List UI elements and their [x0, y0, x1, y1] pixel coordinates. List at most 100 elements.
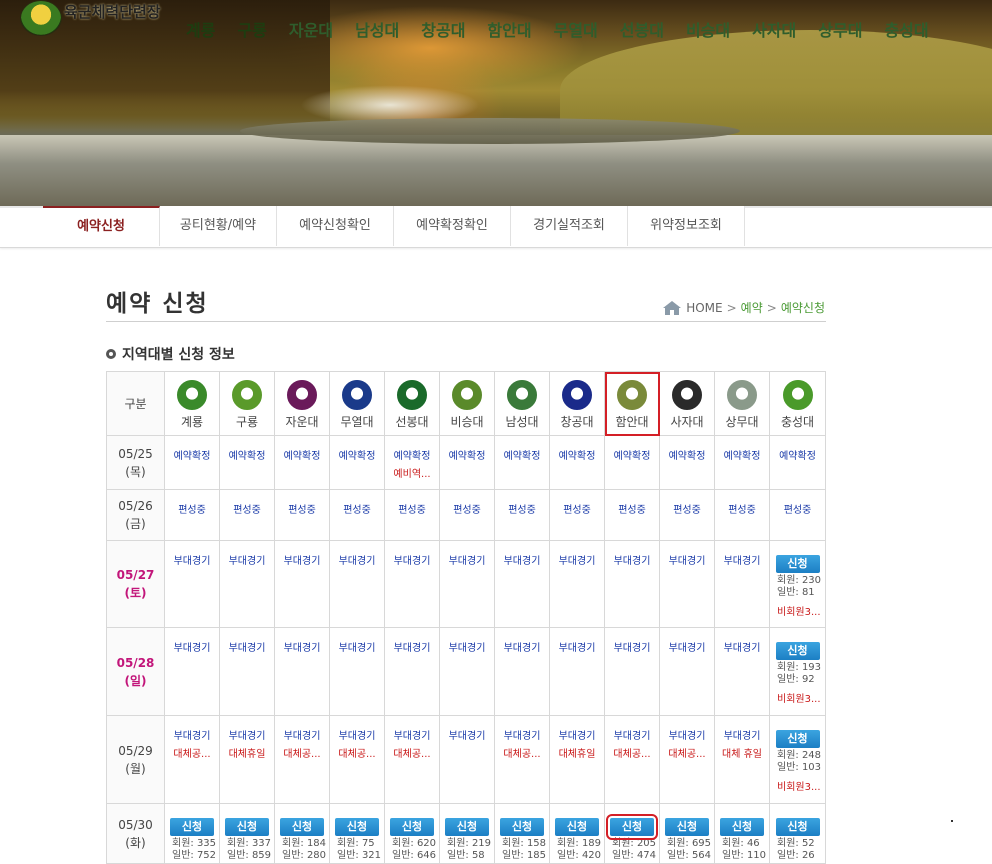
- apply-button[interactable]: 신청: [390, 818, 434, 836]
- status-link[interactable]: 부대경기: [495, 639, 549, 654]
- row-date-header: 05/25 (목): [106, 435, 165, 490]
- topnav-item[interactable]: 충성대: [884, 17, 928, 41]
- apply-button[interactable]: 신청: [775, 555, 820, 573]
- status-link[interactable]: 부대경기: [275, 552, 329, 567]
- status-link[interactable]: 부대경기: [385, 552, 439, 567]
- topnav-item[interactable]: 남성대: [355, 17, 399, 41]
- status-link[interactable]: 예약확정: [330, 447, 384, 462]
- status-link[interactable]: 부대경기: [275, 639, 329, 654]
- tab-reservation-confirm[interactable]: 예약확정확인: [394, 206, 511, 246]
- nonmember-count[interactable]: 비회원3...: [770, 607, 825, 619]
- apply-button[interactable]: 신청: [665, 818, 709, 836]
- status-link[interactable]: 부대경기: [660, 552, 714, 567]
- tab-reservation-apply[interactable]: 예약신청: [43, 206, 160, 246]
- status-link[interactable]: 예약확정: [165, 447, 219, 462]
- breadcrumb-reservation[interactable]: 예약: [741, 299, 763, 316]
- status-link[interactable]: 편성중: [605, 501, 659, 516]
- status-link[interactable]: 부대경기: [605, 552, 659, 567]
- apply-button[interactable]: 신청: [335, 818, 379, 836]
- apply-button[interactable]: 신청: [225, 818, 269, 836]
- status-link[interactable]: 편성중: [220, 501, 274, 516]
- topnav-item[interactable]: 상무대: [818, 17, 862, 41]
- site-logo[interactable]: 육군체력단련장: [20, 0, 161, 36]
- status-link[interactable]: 부대경기: [220, 552, 274, 567]
- status-link[interactable]: 부대경기: [330, 727, 384, 742]
- status-link[interactable]: 부대경기: [165, 552, 219, 567]
- status-link[interactable]: 편성중: [770, 501, 825, 516]
- apply-button[interactable]: 신청: [170, 818, 214, 836]
- status-link[interactable]: 부대경기: [385, 727, 439, 742]
- status-link[interactable]: 편성중: [495, 501, 549, 516]
- status-link[interactable]: 부대경기: [660, 727, 714, 742]
- status-link[interactable]: 예약확정: [660, 447, 714, 462]
- status-link[interactable]: 부대경기: [495, 552, 549, 567]
- topnav-item[interactable]: 함안대: [487, 17, 531, 41]
- status-link[interactable]: 부대경기: [550, 552, 604, 567]
- apply-button[interactable]: 신청: [720, 818, 764, 836]
- status-link[interactable]: 예약확정: [385, 447, 439, 462]
- status-link[interactable]: 편성중: [550, 501, 604, 516]
- topnav-item[interactable]: 사자대: [752, 17, 796, 41]
- nonmember-count[interactable]: 비회원3...: [770, 694, 825, 706]
- status-link[interactable]: 부대경기: [605, 639, 659, 654]
- topnav-item[interactable]: 자운대: [289, 17, 333, 41]
- status-link[interactable]: 부대경기: [440, 727, 494, 742]
- status-link[interactable]: 예약확정: [605, 447, 659, 462]
- status-link[interactable]: 예약확정: [440, 447, 494, 462]
- status-link[interactable]: 부대경기: [330, 552, 384, 567]
- apply-button[interactable]: 신청: [500, 818, 544, 836]
- table-cell: 예약확정: [714, 435, 770, 490]
- status-link[interactable]: 편성중: [385, 501, 439, 516]
- status-link[interactable]: 예약확정: [770, 447, 825, 462]
- status-link[interactable]: 부대경기: [715, 552, 769, 567]
- status-link[interactable]: 부대경기: [660, 639, 714, 654]
- topnav-item[interactable]: 창공대: [421, 17, 465, 41]
- tab-penalty-info[interactable]: 위약정보조회: [628, 206, 745, 246]
- sangmudae-emblem-icon: [727, 379, 757, 410]
- apply-button[interactable]: 신청: [445, 818, 489, 836]
- status-link[interactable]: 부대경기: [440, 639, 494, 654]
- apply-button[interactable]: 신청: [775, 642, 820, 660]
- topnav-item[interactable]: 구룡: [237, 17, 266, 41]
- status-link[interactable]: 예약확정: [550, 447, 604, 462]
- status-link[interactable]: 편성중: [440, 501, 494, 516]
- status-link[interactable]: 부대경기: [220, 639, 274, 654]
- breadcrumb-home[interactable]: HOME: [686, 301, 722, 315]
- topnav-item[interactable]: 선봉대: [620, 17, 664, 41]
- status-link[interactable]: 부대경기: [605, 727, 659, 742]
- apply-button[interactable]: 신청: [775, 730, 820, 748]
- status-link[interactable]: 예약확정: [275, 447, 329, 462]
- status-link[interactable]: 부대경기: [495, 727, 549, 742]
- nonmember-count[interactable]: 비회원3...: [770, 782, 825, 794]
- apply-button[interactable]: 신청: [775, 818, 820, 836]
- status-link[interactable]: 부대경기: [550, 639, 604, 654]
- apply-button[interactable]: 신청: [555, 818, 599, 836]
- apply-button[interactable]: 신청: [606, 814, 658, 840]
- status-link[interactable]: 부대경기: [440, 552, 494, 567]
- status-link[interactable]: 예약확정: [495, 447, 549, 462]
- status-link[interactable]: 부대경기: [330, 639, 384, 654]
- status-link[interactable]: 부대경기: [715, 727, 769, 742]
- status-link[interactable]: 부대경기: [275, 727, 329, 742]
- status-link[interactable]: 예약확정: [715, 447, 769, 462]
- status-link[interactable]: 예약확정: [220, 447, 274, 462]
- status-link[interactable]: 편성중: [165, 501, 219, 516]
- tab-tee-status[interactable]: 공티현황/예약: [160, 206, 277, 246]
- apply-button[interactable]: 신청: [280, 818, 324, 836]
- topnav-item[interactable]: 계룡: [186, 17, 215, 41]
- status-link[interactable]: 편성중: [275, 501, 329, 516]
- tab-apply-confirm[interactable]: 예약신청확인: [277, 206, 394, 246]
- status-link[interactable]: 편성중: [330, 501, 384, 516]
- topnav-item[interactable]: 비승대: [686, 17, 730, 41]
- status-link[interactable]: 부대경기: [385, 639, 439, 654]
- table-cell: 신청 회원: 620 일반: 646: [384, 803, 440, 864]
- status-link[interactable]: 부대경기: [550, 727, 604, 742]
- status-link[interactable]: 부대경기: [220, 727, 274, 742]
- status-link[interactable]: 편성중: [660, 501, 714, 516]
- status-link[interactable]: 부대경기: [165, 639, 219, 654]
- tab-game-record[interactable]: 경기실적조회: [511, 206, 628, 246]
- topnav-item[interactable]: 무열대: [554, 17, 598, 41]
- status-link[interactable]: 편성중: [715, 501, 769, 516]
- status-link[interactable]: 부대경기: [715, 639, 769, 654]
- status-link[interactable]: 부대경기: [165, 727, 219, 742]
